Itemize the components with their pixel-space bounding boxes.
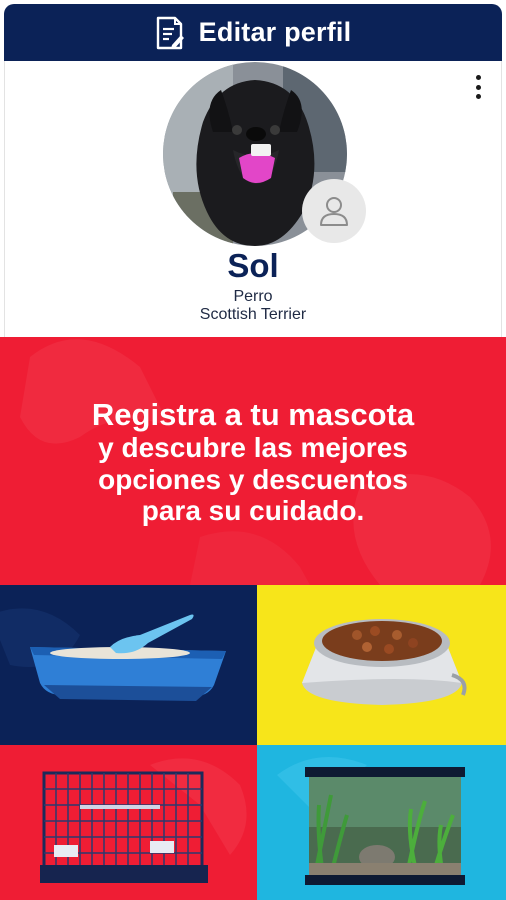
promo-message: Registra a tu mascota y descubre las mej… xyxy=(0,397,506,527)
promo-line-4: para su cuidado. xyxy=(141,495,365,527)
category-tile-cage[interactable] xyxy=(0,745,257,900)
app-header: Editar perfil xyxy=(4,4,502,61)
page-title: Editar perfil xyxy=(198,17,352,47)
pet-species: Perro xyxy=(233,288,273,305)
pet-cage-image xyxy=(40,758,247,883)
more-vertical-icon[interactable] xyxy=(473,75,483,99)
category-tile-food-bowl[interactable] xyxy=(257,585,506,745)
pet-profile-card: Sol Perro Scottish Terrier xyxy=(4,61,502,337)
aquarium-image xyxy=(277,757,465,885)
pet-breed: Scottish Terrier xyxy=(199,306,307,323)
edit-document-icon xyxy=(156,16,184,49)
promo-line-2: y descubre las mejores xyxy=(98,432,408,464)
user-icon xyxy=(320,197,348,226)
category-tile-aquarium[interactable] xyxy=(257,745,506,900)
promo-banner[interactable]: Registra a tu mascota y descubre las mej… xyxy=(0,337,506,585)
promo-line-1: Registra a tu mascota xyxy=(91,397,415,432)
promo-line-3: opciones y descuentos xyxy=(98,463,408,495)
pet-name: Sol xyxy=(227,247,279,284)
change-photo-button[interactable] xyxy=(302,179,366,243)
litter-box-image xyxy=(0,608,226,701)
food-bowl-image xyxy=(302,619,467,705)
category-tile-litter-box[interactable] xyxy=(0,585,257,745)
